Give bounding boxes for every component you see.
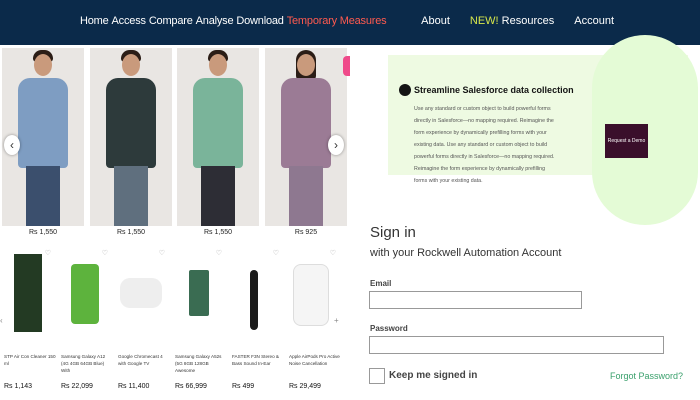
product-price: Rs 29,499 bbox=[289, 383, 321, 390]
product-price: Rs 1,550 bbox=[203, 229, 233, 236]
product-price: Rs 22,099 bbox=[61, 383, 93, 390]
model-head bbox=[122, 54, 140, 76]
signin-subtitle: with your Rockwell Automation Account bbox=[370, 247, 562, 259]
nav-analyse[interactable]: Analyse bbox=[196, 15, 234, 27]
password-field[interactable] bbox=[369, 336, 664, 354]
product-card[interactable]: ♡ Samsung Galaxy A52s (5G 8GB 128GB Awes… bbox=[171, 240, 228, 400]
pink-side-tab[interactable] bbox=[343, 56, 350, 76]
password-label: Password bbox=[370, 324, 408, 333]
product-price: Rs 1,143 bbox=[4, 383, 33, 390]
wishlist-heart-icon[interactable]: ♡ bbox=[45, 249, 51, 257]
product-price: Rs 925 bbox=[294, 229, 318, 236]
promo-title: Streamline Salesforce data collection bbox=[414, 85, 574, 95]
product-name: FASTER F3N Stereo & Bass Sound In-Ear bbox=[232, 354, 279, 366]
wishlist-heart-icon[interactable]: ♡ bbox=[330, 249, 336, 257]
promo-logo-icon bbox=[399, 84, 411, 96]
product-card[interactable]: ♡ STP Air Con Cleaner 150 ml Rs 1,143 bbox=[0, 240, 57, 400]
product-card[interactable]: ♡ Samsung Galaxy A12 (4G 4GB 64GB Blue) … bbox=[57, 240, 114, 400]
model-shirt bbox=[18, 78, 68, 168]
model-pants bbox=[289, 166, 323, 226]
promo-description: Use any standard or custom object to bui… bbox=[414, 106, 555, 184]
keep-signed-in-checkbox[interactable] bbox=[369, 368, 385, 384]
model-head bbox=[297, 54, 315, 76]
new-badge: NEW! bbox=[469, 15, 499, 27]
signin-title: Sign in bbox=[370, 224, 416, 241]
email-label: Email bbox=[370, 279, 392, 288]
model-head bbox=[34, 54, 52, 76]
product-name: Samsung Galaxy A52s (5G 8GB 128GB Awesom… bbox=[175, 354, 222, 373]
nav-download[interactable]: Download bbox=[236, 15, 284, 27]
model-pants bbox=[26, 166, 60, 226]
product-name: STP Air Con Cleaner 150 ml bbox=[4, 354, 56, 366]
promo-panel: Streamline Salesforce data collection Us… bbox=[388, 35, 698, 225]
wishlist-heart-icon[interactable]: ♡ bbox=[102, 249, 108, 257]
wishlist-heart-icon[interactable]: ♡ bbox=[216, 249, 222, 257]
product-price: Rs 11,400 bbox=[118, 383, 150, 390]
product-grid: ♡ STP Air Con Cleaner 150 ml Rs 1,143 ♡ … bbox=[0, 240, 350, 400]
product-card[interactable]: ♡ Google Chromecast 4 with Google TV Rs … bbox=[114, 240, 171, 400]
top-navigation: Home Access Compare Analyse Download Tem… bbox=[0, 0, 700, 45]
product-name: Samsung Galaxy A12 (4G 4GB 64GB Blue) Wi… bbox=[61, 354, 106, 373]
product-image bbox=[120, 278, 162, 308]
product-carousel: Rs 1,550 Rs 1,550 Rs 1,550 Rs 925 ‹ › bbox=[0, 45, 350, 240]
email-field[interactable] bbox=[369, 291, 582, 309]
product-photo[interactable] bbox=[90, 48, 172, 226]
product-card[interactable]: ♡ FASTER F3N Stereo & Bass Sound In-Ear … bbox=[228, 240, 285, 400]
wishlist-heart-icon[interactable]: ♡ bbox=[273, 249, 279, 257]
nav-temporary-measures[interactable]: Temporary Measures bbox=[287, 15, 387, 27]
model-shirt bbox=[106, 78, 156, 168]
model-shirt bbox=[281, 78, 331, 168]
product-image bbox=[250, 270, 258, 330]
resources-label: Resources bbox=[501, 15, 555, 27]
carousel-prev-button[interactable]: ‹ bbox=[4, 135, 20, 155]
product-image bbox=[189, 270, 209, 316]
nav-compare[interactable]: Compare bbox=[149, 15, 193, 27]
model-shirt bbox=[193, 78, 243, 168]
product-image bbox=[14, 254, 42, 332]
secondary-nav: About NEW! Resources Account bbox=[421, 15, 614, 27]
product-price: Rs 1,550 bbox=[28, 229, 58, 236]
product-name: Apple AirPods Pro Active Noise Cancellat… bbox=[289, 354, 340, 366]
product-image bbox=[71, 264, 99, 324]
grid-prev-button[interactable]: ‹ bbox=[0, 316, 3, 325]
primary-nav: Home Access Compare Analyse Download Tem… bbox=[80, 15, 387, 27]
keep-signed-in-label[interactable]: Keep me signed in bbox=[389, 370, 477, 381]
grid-next-button[interactable]: + bbox=[334, 316, 339, 325]
product-photo[interactable] bbox=[177, 48, 259, 226]
request-demo-button[interactable]: Request a Demo bbox=[605, 124, 648, 158]
product-price: Rs 1,550 bbox=[116, 229, 146, 236]
product-price: Rs 66,999 bbox=[175, 383, 207, 390]
nav-home[interactable]: Home bbox=[80, 15, 109, 27]
product-image bbox=[293, 264, 329, 326]
wishlist-heart-icon[interactable]: ♡ bbox=[159, 249, 165, 257]
nav-about[interactable]: About bbox=[421, 15, 450, 27]
carousel-next-button[interactable]: › bbox=[328, 135, 344, 155]
model-pants bbox=[114, 166, 148, 226]
forgot-password-link[interactable]: Forgot Password? bbox=[610, 371, 683, 381]
nav-resources[interactable]: NEW! Resources bbox=[470, 15, 554, 27]
nav-access[interactable]: Access bbox=[112, 15, 146, 27]
product-name: Google Chromecast 4 with Google TV bbox=[118, 354, 163, 366]
nav-account[interactable]: Account bbox=[574, 15, 614, 27]
product-price: Rs 499 bbox=[232, 383, 255, 390]
model-head bbox=[209, 54, 227, 76]
model-pants bbox=[201, 166, 235, 226]
